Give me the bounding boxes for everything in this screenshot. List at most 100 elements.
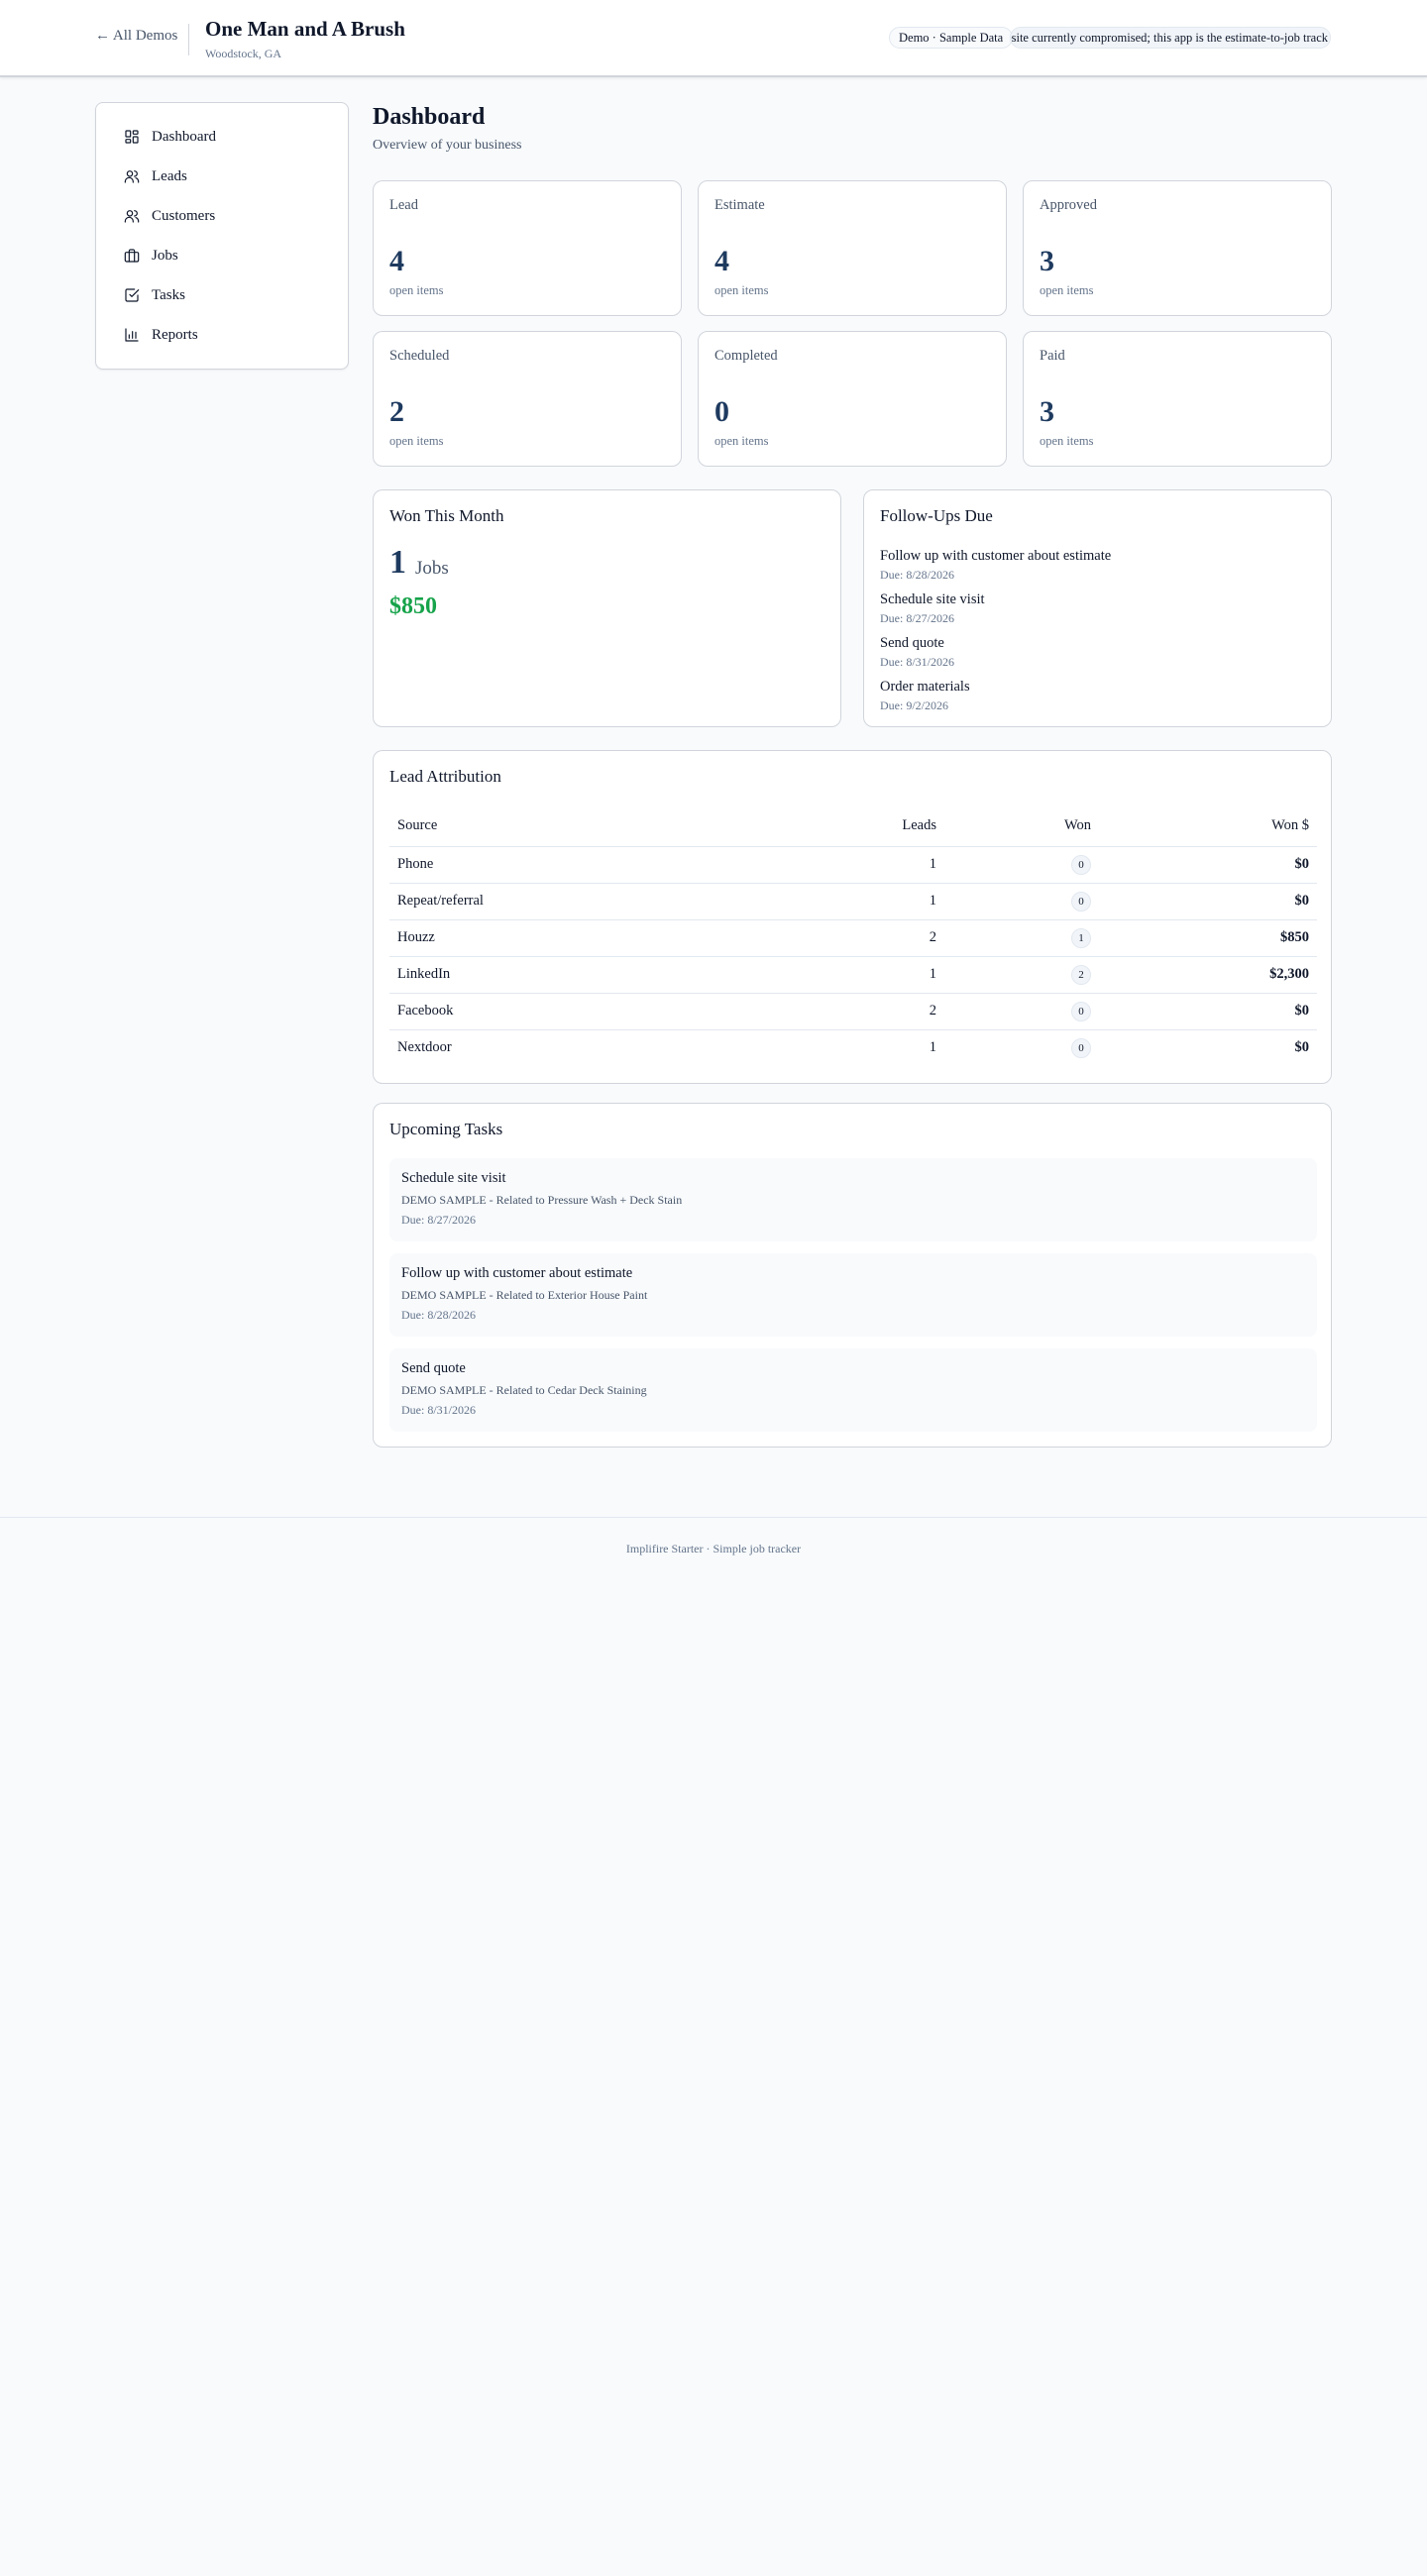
cell-won-amount: $850 [1103,919,1317,957]
sidebar-item-tasks[interactable]: Tasks [96,275,348,315]
sidebar-item-label: Dashboard [152,128,216,145]
cell-won: 0 [944,846,1103,884]
top-header: ← All Demos One Man and A Brush Woodstoc… [0,0,1427,77]
header-divider [188,24,189,55]
won-jobs-unit: Jobs [415,558,449,579]
business-title: One Man and A Brush [205,17,405,41]
card-title: Won This Month [389,506,504,525]
cell-source: Facebook [389,993,806,1030]
sidebar-item-leads[interactable]: Leads [96,157,348,196]
stat-value: 3 [1040,395,1054,428]
follow-up-item[interactable]: Schedule site visit Due: 8/27/2026 [880,591,985,626]
column-header-leads: Leads [806,806,944,847]
stat-card-completed[interactable]: Completed 0 open items [698,331,1007,467]
sidebar-item-customers[interactable]: Customers [96,196,348,236]
follow-up-due: Due: 8/31/2026 [880,655,954,669]
stat-label: Estimate [714,197,765,213]
users-icon [124,170,140,183]
task-title: Schedule site visit [401,1170,506,1186]
won-badge: 0 [1071,1001,1091,1021]
all-demos-link[interactable]: ← All Demos [95,28,177,45]
cell-source: Houzz [389,919,806,957]
follow-up-item[interactable]: Follow up with customer about estimate D… [880,548,1111,583]
stat-foot: open items [389,434,444,448]
task-item[interactable]: Schedule site visit DEMO SAMPLE - Relate… [389,1158,1317,1241]
stat-value: 3 [1040,245,1054,277]
follow-up-title: Order materials [880,679,970,695]
cell-won: 0 [944,993,1103,1030]
cell-source: Nextdoor [397,1039,452,1056]
task-title: Send quote [401,1360,466,1376]
cell-won: 1 [944,919,1103,957]
footer-text: Implifire Starter · Simple job tracker [625,1542,802,1556]
column-header-won: Won [944,806,1103,847]
sidebar-item-dashboard[interactable]: Dashboard [96,117,348,157]
won-jobs-count: 1 [389,544,406,581]
sidebar-item-label: Reports [152,326,198,343]
follow-up-title: Schedule site visit [880,591,985,607]
notice-text: ebsite currently compromised; this app i… [1010,31,1328,45]
task-item[interactable]: Send quote DEMO SAMPLE - Related to Ceda… [389,1348,1317,1432]
cell-won-amount: $0 [1294,1039,1310,1056]
stat-value: 0 [714,395,729,428]
follow-up-item[interactable]: Send quote Due: 8/31/2026 [880,635,954,670]
sidebar: Dashboard Leads Customers Jobs Tasks Rep… [95,102,349,370]
task-title: Follow up with customer about estimate [401,1265,633,1281]
column-header-source: Source [389,806,806,847]
cell-won-amount: $2,300 [1103,956,1317,994]
cell-source: Phone [389,846,806,884]
stat-label: Lead [389,197,418,213]
stat-card-scheduled[interactable]: Scheduled 2 open items [373,331,682,467]
lead-attribution-table: Source Leads Won Won $ Phone 1 0 $0 Repe… [389,806,1317,1066]
stat-foot: open items [1040,434,1094,448]
won-badge: 0 [1071,854,1091,875]
stat-card-approved[interactable]: Approved 3 open items [1023,180,1332,316]
cell-source: Repeat/referral [389,883,806,920]
stat-card-estimate[interactable]: Estimate 4 open items [698,180,1007,316]
task-due: Due: 8/28/2026 [401,1308,476,1322]
won-amount: $850 [389,593,437,619]
stat-foot: open items [389,283,444,297]
stat-card-paid[interactable]: Paid 3 open items [1023,331,1332,467]
won-badge: 0 [1071,891,1091,912]
stat-value: 2 [389,395,404,428]
cell-won: 0 [944,883,1103,920]
card-title: Lead Attribution [389,767,501,786]
task-item[interactable]: Follow up with customer about estimate D… [389,1253,1317,1337]
bar-chart-icon [125,328,139,342]
sidebar-item-jobs[interactable]: Jobs [96,236,348,275]
task-related: DEMO SAMPLE - Related to Cedar Deck Stai… [401,1383,647,1397]
lead-attribution-card: Lead Attribution Source Leads Won Won $ … [373,750,1332,1084]
stat-label: Completed [714,348,778,364]
task-due: Due: 8/31/2026 [401,1403,476,1417]
stat-foot: open items [714,283,769,297]
stat-label: Paid [1040,348,1065,364]
notice-banner: ebsite currently compromised; this app i… [1010,27,1331,49]
follow-up-item[interactable]: Order materials Due: 9/2/2026 [880,679,970,713]
table-header-row: Source Leads Won Won $ [389,806,1317,847]
page-title: Dashboard [373,104,486,130]
stat-card-lead[interactable]: Lead 4 open items [373,180,682,316]
table-row: Nextdoor 1 0 $0 [389,1029,1317,1066]
cell-won: 2 [944,956,1103,994]
cell-leads: 1 [806,846,944,884]
sidebar-item-label: Customers [152,207,216,224]
stat-value: 4 [389,245,404,277]
cell-leads: 1 [806,883,944,920]
table-row: Facebook 2 0 $0 [389,993,1317,1030]
cell-won: 0 [944,1029,1103,1066]
check-square-icon [125,288,140,302]
cell-leads: 1 [806,956,944,994]
card-title: Follow-Ups Due [880,506,993,525]
sidebar-item-label: Tasks [152,286,185,303]
stat-foot: open items [1040,283,1094,297]
won-badge: 0 [1071,1037,1091,1058]
sidebar-item-reports[interactable]: Reports [96,315,348,355]
dashboard-icon [125,130,139,144]
won-this-month-card: Won This Month 1 Jobs $850 [373,489,841,727]
cell-leads: 1 [929,1039,936,1056]
page-subtitle: Overview of your business [373,138,522,153]
cell-won-amount: $0 [1103,993,1317,1030]
task-related: DEMO SAMPLE - Related to Pressure Wash +… [401,1193,683,1207]
stat-value: 4 [714,245,729,277]
